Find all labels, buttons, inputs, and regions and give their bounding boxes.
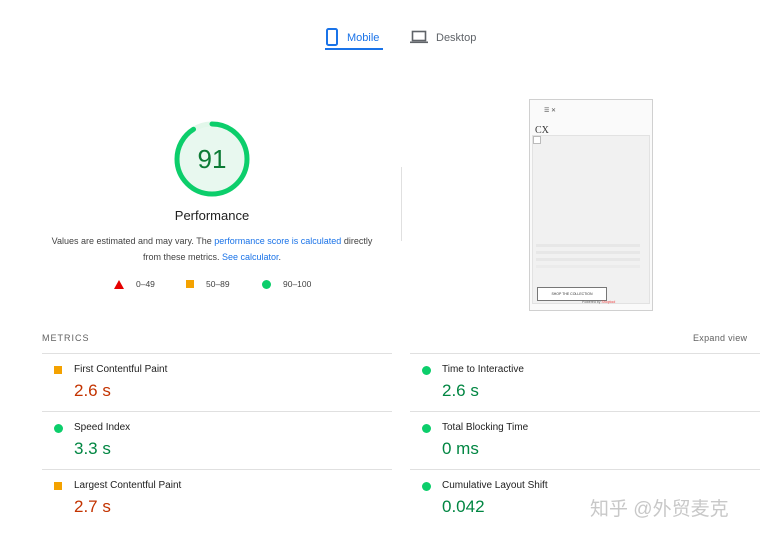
legend-fail: 0–49: [114, 279, 155, 289]
pass-circle-icon: [422, 482, 431, 491]
thumbnail-faded-text: [536, 244, 640, 247]
metric-name: Cumulative Layout Shift: [442, 480, 548, 491]
watermark: 知乎 @外贸麦克: [590, 499, 729, 520]
thumbnail-powered-by: Powered by Shoptool: [582, 300, 615, 304]
metric-time-to-interactive: Time to Interactive 2.6 s: [410, 355, 750, 410]
square-icon: [186, 280, 194, 288]
section-divider: [401, 167, 402, 241]
metric-value: 2.7 s: [74, 497, 111, 516]
metric-name: Time to Interactive: [442, 364, 524, 375]
metric-value: 3.3 s: [74, 439, 111, 458]
metrics-divider: [410, 469, 760, 470]
performance-score: 91: [197, 144, 227, 174]
metrics-divider: [410, 411, 760, 412]
pass-circle-icon: [422, 366, 431, 375]
circle-icon: [262, 279, 271, 289]
device-tabs: Mobile Desktop: [0, 22, 779, 56]
tab-mobile-label: Mobile: [347, 32, 380, 44]
metrics-header: METRICS: [42, 333, 90, 343]
laptop-icon: [410, 30, 428, 47]
metric-name: Largest Contentful Paint: [74, 480, 182, 491]
expand-view-button[interactable]: Expand view: [693, 333, 747, 343]
powered-brand: Shoptool: [601, 300, 616, 304]
metric-largest-contentful-paint: Largest Contentful Paint 2.7 s: [42, 471, 382, 526]
average-square-icon: [54, 366, 62, 374]
legend-average: 50–89: [186, 279, 230, 289]
active-tab-indicator: [325, 48, 383, 50]
description-prefix: Values are estimated and may vary. The: [51, 236, 215, 246]
metric-value: 0 ms: [442, 439, 479, 458]
metrics-divider: [42, 353, 392, 354]
metric-speed-index: Speed Index 3.3 s: [42, 413, 382, 468]
legend-fail-range: 0–49: [136, 279, 155, 289]
metric-first-contentful-paint: First Contentful Paint 2.6 s: [42, 355, 382, 410]
legend-pass: 90–100: [262, 279, 311, 289]
see-calculator-link[interactable]: See calculator: [222, 252, 279, 262]
performance-description: Values are estimated and may vary. The p…: [42, 233, 382, 265]
thumbnail-hero-image: [532, 135, 650, 304]
pass-circle-icon: [54, 424, 63, 433]
page-screenshot-thumbnail[interactable]: ☰ ✕ CX SHOP THE COLLECTION Powered by Sh…: [529, 99, 653, 311]
metrics-divider: [42, 411, 392, 412]
metrics-divider: [410, 353, 760, 354]
thumbnail-header: ☰ ✕: [544, 108, 557, 114]
metric-total-blocking-time: Total Blocking Time 0 ms: [410, 413, 750, 468]
performance-score-link[interactable]: performance score is calculated: [214, 236, 341, 246]
powered-prefix: Powered by: [582, 300, 601, 304]
average-square-icon: [54, 482, 62, 490]
phone-icon: [325, 27, 339, 49]
metric-value: 2.6 s: [74, 381, 111, 400]
tab-desktop[interactable]: Desktop: [410, 22, 476, 54]
metrics-divider: [42, 469, 392, 470]
performance-title: Performance: [174, 208, 250, 223]
metric-value: 0.042: [442, 497, 485, 516]
broken-image-icon: [533, 136, 541, 144]
legend-pass-range: 90–100: [283, 279, 312, 289]
metric-name: First Contentful Paint: [74, 364, 168, 375]
legend-average-range: 50–89: [206, 279, 230, 289]
metric-name: Total Blocking Time: [442, 422, 529, 433]
pass-circle-icon: [422, 424, 431, 433]
description-suffix: .: [278, 252, 282, 262]
triangle-icon: [114, 279, 124, 289]
metric-value: 2.6 s: [442, 381, 479, 400]
tab-desktop-label: Desktop: [436, 32, 477, 44]
thumbnail-shop-button: SHOP THE COLLECTION: [537, 287, 607, 301]
metric-name: Speed Index: [74, 422, 131, 433]
